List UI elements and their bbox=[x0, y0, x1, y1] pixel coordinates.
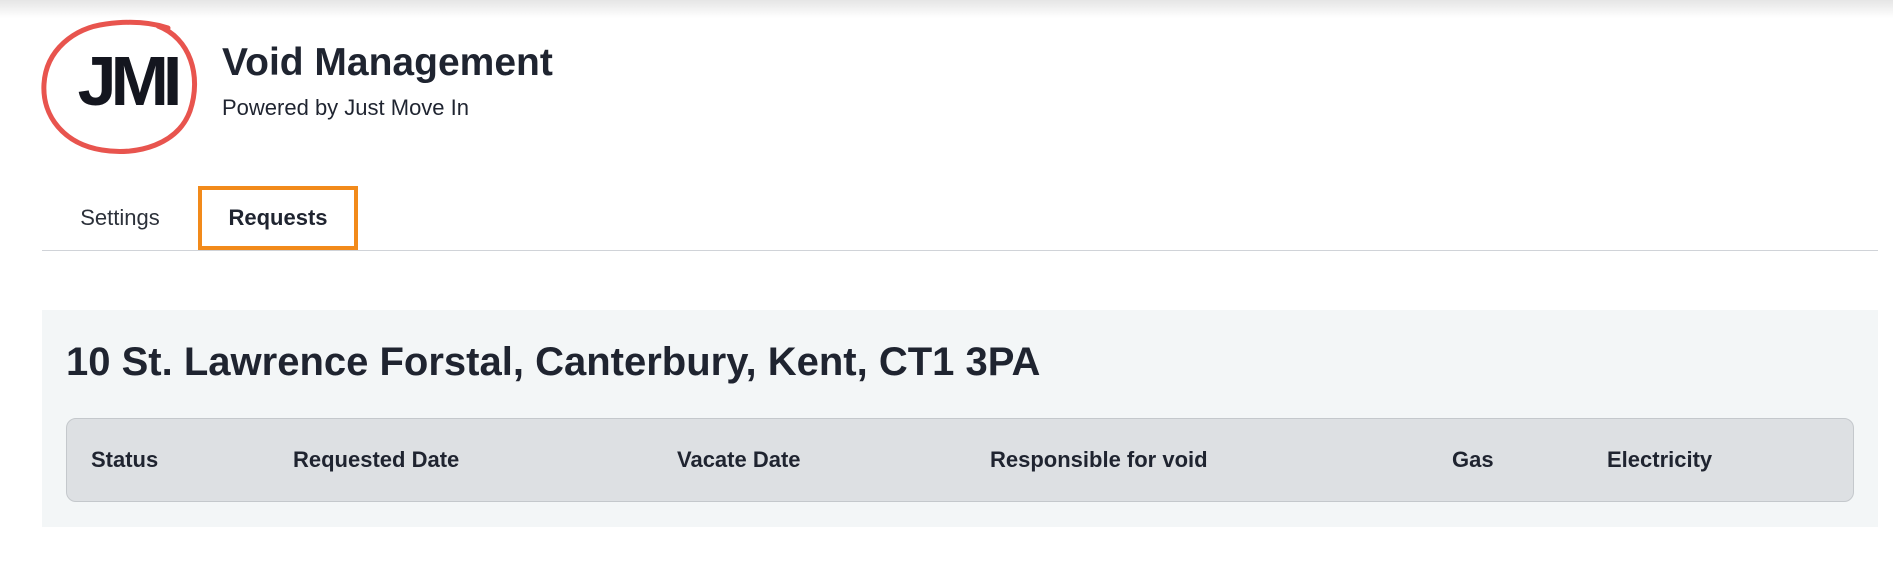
column-vacate-date: Vacate Date bbox=[677, 447, 801, 472]
tab-requests[interactable]: Requests bbox=[198, 186, 358, 250]
app-header: JMI Void Management Powered by Just Move… bbox=[40, 16, 553, 156]
app-subtitle: Powered by Just Move In bbox=[222, 94, 470, 120]
tab-bar: Settings Requests bbox=[42, 186, 1878, 251]
requests-table-header: Status Requested Date Vacate Date Respon… bbox=[66, 418, 1854, 502]
column-status: Status bbox=[91, 447, 159, 472]
logo-text: JMI bbox=[77, 42, 183, 120]
column-requested-date: Requested Date bbox=[293, 447, 460, 472]
column-electricity: Electricity bbox=[1607, 447, 1713, 472]
request-panel: 10 St. Lawrence Forstal, Canterbury, Ken… bbox=[42, 310, 1878, 527]
column-gas: Gas bbox=[1452, 447, 1494, 472]
property-address: 10 St. Lawrence Forstal, Canterbury, Ken… bbox=[66, 340, 1041, 384]
column-responsible-for-void: Responsible for void bbox=[990, 447, 1208, 472]
jmi-logo: JMI bbox=[40, 16, 200, 156]
tab-settings[interactable]: Settings bbox=[42, 186, 198, 250]
app-title: Void Management bbox=[222, 41, 553, 84]
title-block: Void Management Powered by Just Move In bbox=[222, 41, 553, 121]
